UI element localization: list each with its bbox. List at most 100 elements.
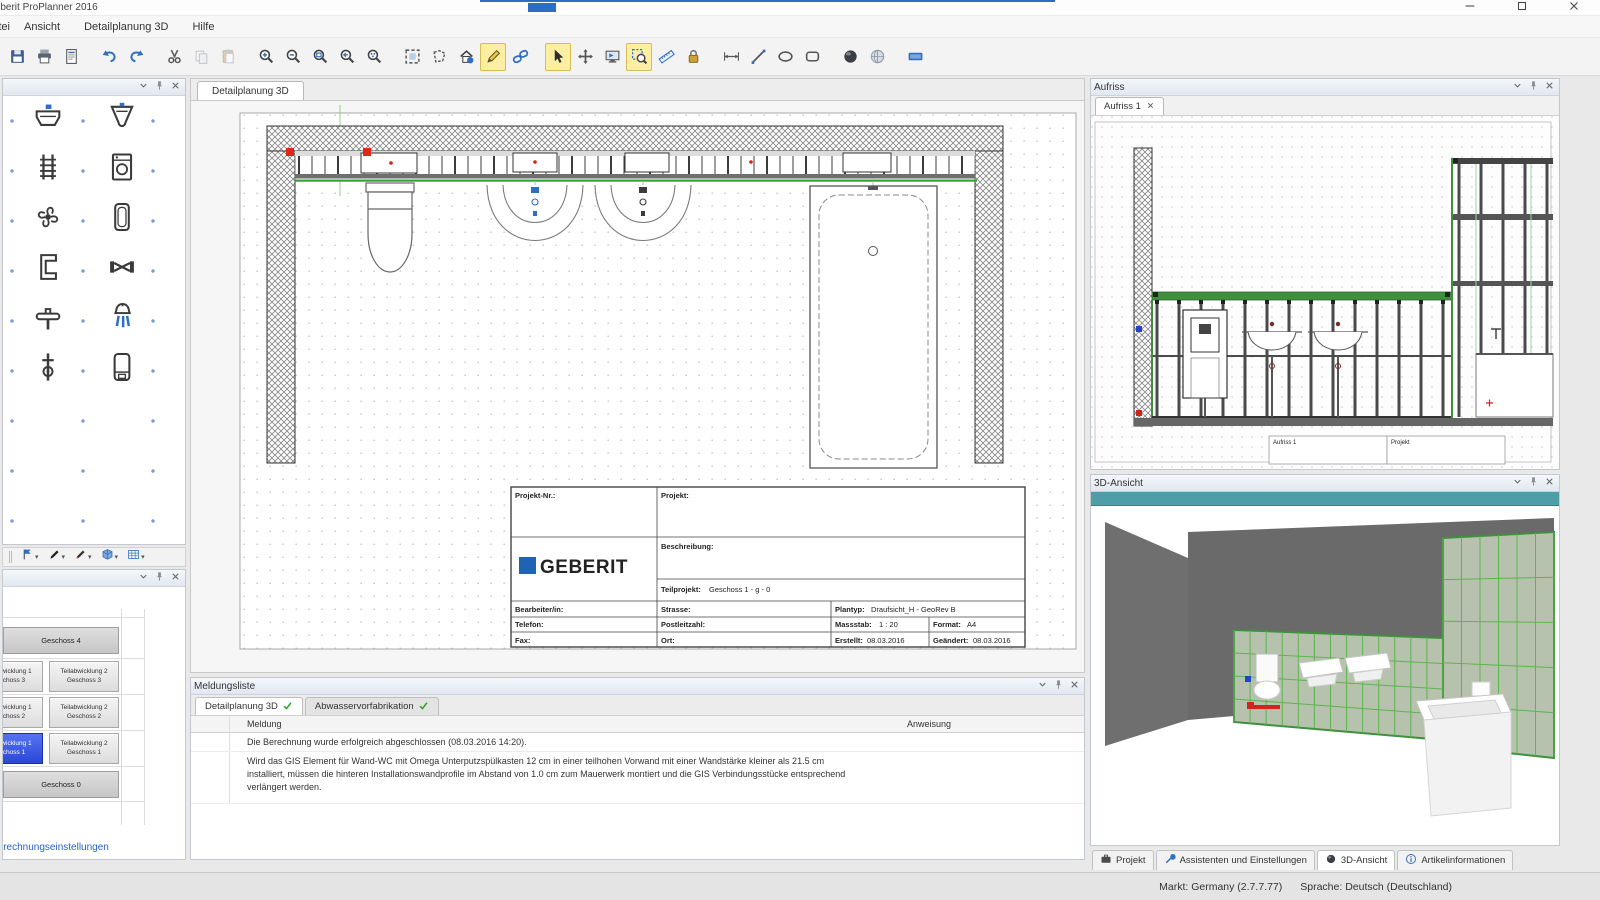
panel-pin-button[interactable] xyxy=(1526,477,1540,490)
panel-pin-button[interactable] xyxy=(1051,680,1065,693)
structure-cell[interactable]: Teilabwicklung 2Geschoss 1 xyxy=(49,733,119,764)
paste-button[interactable] xyxy=(215,43,241,71)
cut-button[interactable] xyxy=(161,43,187,71)
table-tool-button[interactable]: ▾ xyxy=(124,546,148,568)
panel-close-button[interactable] xyxy=(168,81,182,94)
panel-pin-button[interactable] xyxy=(152,572,166,585)
view3d-canvas[interactable] xyxy=(1091,506,1559,845)
wc-plan[interactable] xyxy=(366,183,414,272)
message-row[interactable]: Die Berechnung wurde erfolgreich abgesch… xyxy=(191,733,1084,752)
plan-drawing[interactable]: Projekt-Nr.: Projekt: GEBERIT Beschreibu… xyxy=(191,101,1084,672)
close-button[interactable] xyxy=(1548,0,1600,16)
panel-pin-button[interactable] xyxy=(1526,81,1540,94)
structure-cell[interactable]: Teilabwicklung 2Geschoss 2 xyxy=(49,697,119,728)
floor-bar-bottom[interactable]: Geschoss 0 xyxy=(3,771,119,798)
tab-detailplanung-3d[interactable]: Detailplanung 3D xyxy=(197,81,304,100)
tap-item[interactable] xyxy=(20,298,76,340)
flag-tool-button[interactable]: ▾ xyxy=(18,546,42,568)
link-elements-button[interactable] xyxy=(507,43,533,71)
polygon-select-button[interactable] xyxy=(426,43,452,71)
bath-tap-3d[interactable] xyxy=(1472,682,1490,696)
report-button[interactable] xyxy=(58,43,84,71)
copy-button[interactable] xyxy=(188,43,214,71)
washing-machine-item[interactable] xyxy=(94,148,150,190)
panel-chevron-button[interactable] xyxy=(1510,477,1524,490)
tab-assistenten[interactable]: Assistenten und Einstellungen xyxy=(1156,850,1315,870)
valve-item[interactable] xyxy=(20,348,76,390)
aufriss-canvas[interactable]: Aufriss 1 Projekt xyxy=(1091,116,1559,469)
panel-pin-button[interactable] xyxy=(152,81,166,94)
left-wall[interactable] xyxy=(267,151,295,463)
select-button[interactable] xyxy=(545,43,571,71)
panel-close-button[interactable] xyxy=(1542,477,1556,490)
element-tool-button[interactable]: ▾ xyxy=(98,546,122,568)
panel-chevron-button[interactable] xyxy=(1510,81,1524,94)
undo-button[interactable] xyxy=(96,43,122,71)
tab-close-icon[interactable] xyxy=(1146,101,1155,113)
tab-projekt[interactable]: Projekt xyxy=(1092,850,1154,870)
minimize-button[interactable] xyxy=(1444,0,1496,16)
structure-cell[interactable]: Teilabwicklung 1Geschoss 2 xyxy=(3,697,43,728)
bathtub-item[interactable] xyxy=(94,198,150,240)
maximize-button[interactable] xyxy=(1496,0,1548,16)
wc-3d[interactable] xyxy=(1254,654,1280,699)
material-button[interactable] xyxy=(902,43,928,71)
structure-cell[interactable]: Teilabwicklung 1Geschoss 3 xyxy=(3,661,43,692)
elevation-drawing[interactable]: Aufriss 1 Projekt xyxy=(1091,116,1557,469)
plan-canvas[interactable]: Projekt-Nr.: Projekt: GEBERIT Beschreibu… xyxy=(190,100,1085,673)
tab-aufriss-1[interactable]: Aufriss 1 xyxy=(1095,97,1164,115)
shade-dark-button[interactable] xyxy=(837,43,863,71)
floor-bar-top[interactable]: Geschoss 4 xyxy=(3,627,119,654)
redo-button[interactable] xyxy=(123,43,149,71)
menu-hilfe[interactable]: Hilfe xyxy=(180,18,226,36)
zoom-all-button[interactable] xyxy=(361,43,387,71)
menu-ansicht[interactable]: Ansicht xyxy=(12,18,72,36)
marker-tool-button[interactable]: ▾ xyxy=(71,546,95,568)
bathtub-plan[interactable] xyxy=(810,186,937,468)
ellipse-button[interactable] xyxy=(772,43,798,71)
panel-close-button[interactable] xyxy=(1542,81,1556,94)
view-control-button[interactable] xyxy=(599,43,625,71)
measure-button[interactable] xyxy=(653,43,679,71)
Abwasservorfabrikation[interactable]: Abwasservorfabrikation xyxy=(305,697,439,715)
kitchen-sink-item[interactable] xyxy=(20,248,76,290)
lock-button[interactable] xyxy=(680,43,706,71)
line-button[interactable] xyxy=(745,43,771,71)
message-row[interactable]: Wird das GIS Element für Wand-WC mit Ome… xyxy=(191,752,1084,804)
calculation-settings-link[interactable]: Berechnungseinstellungen xyxy=(3,842,109,853)
washbasin-item[interactable] xyxy=(20,98,76,140)
dimension-button[interactable] xyxy=(718,43,744,71)
bathtub-3d[interactable] xyxy=(1416,694,1511,816)
home-view-button[interactable] xyxy=(453,43,479,71)
view3d-scene[interactable] xyxy=(1091,506,1557,845)
structure-cell[interactable]: Teilabwicklung 2Geschoss 3 xyxy=(49,661,119,692)
zoom-in-button[interactable] xyxy=(253,43,279,71)
right-wall[interactable] xyxy=(975,151,1003,463)
ventilator-item[interactable] xyxy=(20,198,76,240)
shade-light-button[interactable] xyxy=(864,43,890,71)
rectangle-button[interactable] xyxy=(799,43,825,71)
top-wall[interactable] xyxy=(267,126,1003,151)
shower-item[interactable] xyxy=(94,298,150,340)
print-button[interactable] xyxy=(31,43,57,71)
zoom-window-button[interactable] xyxy=(307,43,333,71)
title-block[interactable]: Projekt-Nr.: Projekt: GEBERIT Beschreibu… xyxy=(511,487,1025,647)
menu-datei[interactable]: Datei xyxy=(0,18,12,36)
urinal-item[interactable] xyxy=(94,98,150,140)
Detailplanung 3D[interactable]: Detailplanung 3D xyxy=(195,697,303,715)
zoom-region-button[interactable] xyxy=(626,43,652,71)
fit-screen-button[interactable] xyxy=(399,43,425,71)
edit-mode-button[interactable] xyxy=(480,43,506,71)
pipe-coupling-item[interactable] xyxy=(94,248,150,290)
zoom-out-button[interactable] xyxy=(280,43,306,71)
pen-tool-button[interactable]: ▾ xyxy=(45,546,69,568)
toolbar-grip[interactable] xyxy=(9,551,12,563)
boiler-item[interactable] xyxy=(94,348,150,390)
panel-close-button[interactable] xyxy=(168,572,182,585)
panel-chevron-button[interactable] xyxy=(1035,680,1049,693)
save-button[interactable] xyxy=(4,43,30,71)
move-button[interactable] xyxy=(572,43,598,71)
radiator-item[interactable] xyxy=(20,148,76,190)
zoom-previous-button[interactable] xyxy=(334,43,360,71)
tab-artikelinformationen[interactable]: Artikelinformationen xyxy=(1397,850,1513,870)
